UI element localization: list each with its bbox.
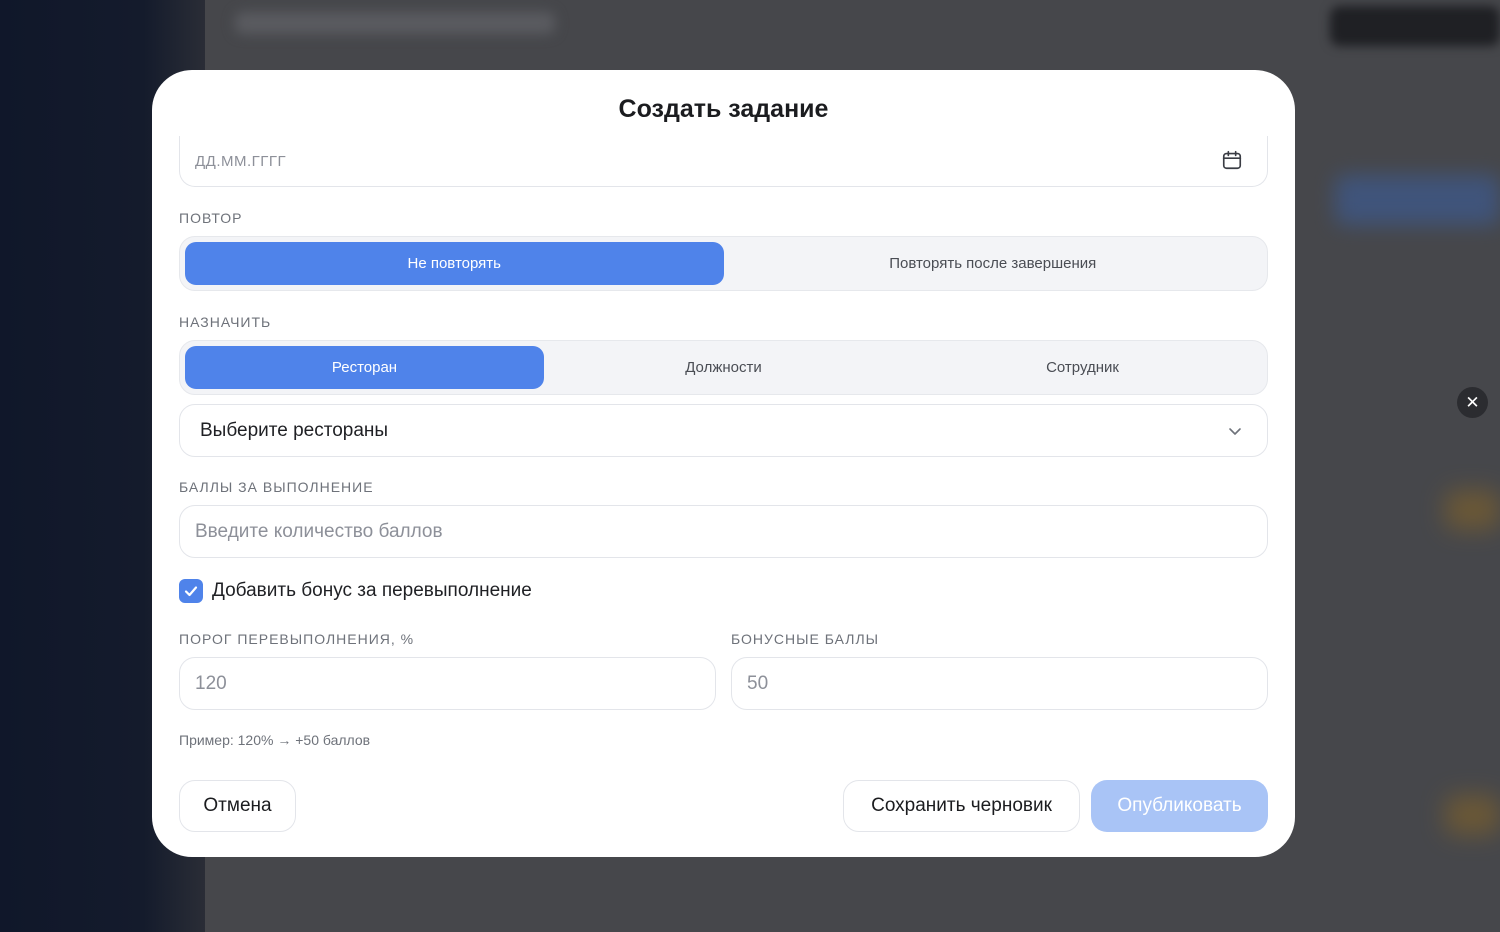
- close-modal-button[interactable]: ✕: [1457, 387, 1488, 418]
- background-title: [235, 12, 555, 34]
- date-input[interactable]: ДД.ММ.ГГГГ: [179, 136, 1268, 187]
- publish-button[interactable]: Опубликовать: [1091, 780, 1268, 832]
- assign-option-restaurant[interactable]: Ресторан: [185, 346, 544, 389]
- background-badge: [1445, 490, 1500, 530]
- assign-segmented-control: Ресторан Должности Сотрудник: [179, 340, 1268, 395]
- repeat-option-none[interactable]: Не повторять: [185, 242, 724, 285]
- modal-title: Создать задание: [618, 95, 829, 123]
- assign-option-employee[interactable]: Сотрудник: [903, 346, 1262, 389]
- bonus-points-label: БОНУСНЫЕ БАЛЛЫ: [731, 631, 880, 647]
- bonus-checkbox[interactable]: [179, 579, 203, 603]
- bonus-checkbox-label: Добавить бонус за перевыполнение: [212, 580, 532, 601]
- threshold-label: ПОРОГ ПЕРЕВЫПОЛНЕНИЯ, %: [179, 631, 415, 647]
- repeat-label: ПОВТОР: [179, 210, 243, 226]
- calendar-icon[interactable]: [1221, 149, 1243, 171]
- points-input[interactable]: Введите количество баллов: [179, 505, 1268, 558]
- bonus-points-input[interactable]: 50: [731, 657, 1268, 710]
- bonus-checkbox-row[interactable]: Добавить бонус за перевыполнение: [179, 579, 532, 603]
- threshold-input[interactable]: 120: [179, 657, 716, 710]
- repeat-segmented-control: Не повторять Повторять после завершения: [179, 236, 1268, 291]
- background-highlight: [1335, 175, 1500, 225]
- points-label: БАЛЛЫ ЗА ВЫПОЛНЕНИЕ: [179, 479, 374, 495]
- chevron-down-icon: [1229, 428, 1241, 435]
- check-icon: [184, 586, 198, 597]
- date-placeholder: ДД.ММ.ГГГГ: [195, 152, 287, 170]
- repeat-option-after-completion[interactable]: Повторять после завершения: [724, 242, 1263, 285]
- assign-label: НАЗНАЧИТЬ: [179, 314, 272, 330]
- background-button: [1330, 6, 1500, 46]
- bonus-hint: Пример: 120% → +50 баллов: [179, 732, 371, 748]
- points-placeholder: Введите количество баллов: [195, 520, 443, 542]
- assign-option-positions[interactable]: Должности: [544, 346, 903, 389]
- bonus-points-placeholder: 50: [747, 672, 769, 694]
- cancel-button[interactable]: Отмена: [179, 780, 296, 832]
- close-icon: ✕: [1465, 393, 1480, 412]
- threshold-placeholder: 120: [195, 672, 227, 694]
- background-badge: [1445, 795, 1500, 835]
- restaurants-select-value: Выберите рестораны: [200, 419, 389, 441]
- restaurants-select[interactable]: Выберите рестораны: [179, 404, 1268, 457]
- create-task-modal: Создать задание ДД.ММ.ГГГГ ПОВТОР Не пов…: [152, 70, 1295, 857]
- save-draft-button[interactable]: Сохранить черновик: [843, 780, 1080, 832]
